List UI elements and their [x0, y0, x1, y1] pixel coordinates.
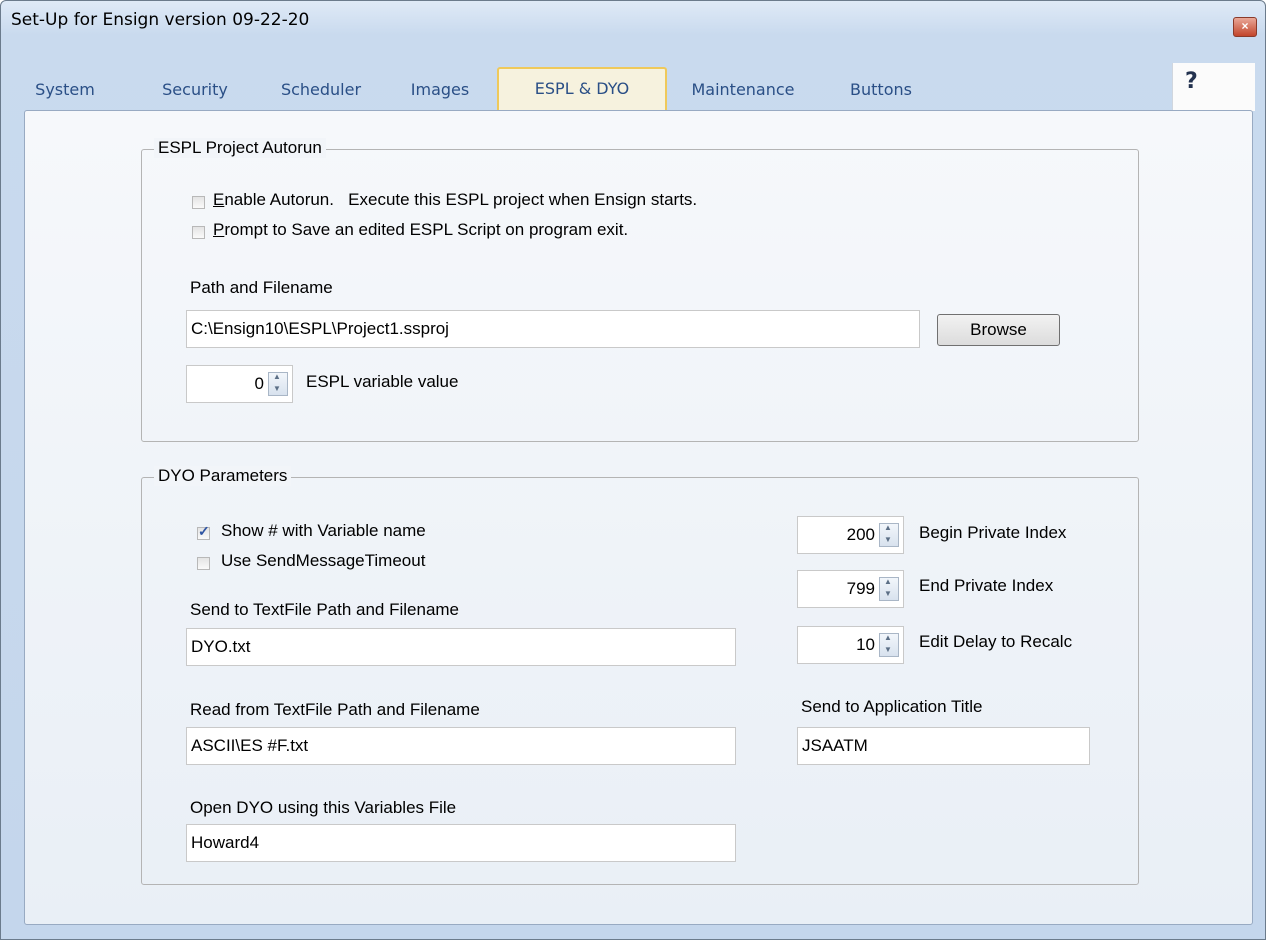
spin-arrows-icon[interactable] — [879, 523, 899, 547]
begin-private-value: 200 — [846, 525, 875, 544]
spin-arrows-icon[interactable] — [879, 577, 899, 601]
tab-espl-dyo[interactable]: ESPL & DYO — [497, 67, 667, 111]
read-textfile-input[interactable]: ASCII\ES #F.txt — [186, 727, 736, 765]
espl-path-input[interactable]: C:\Ensign10\ESPL\Project1.ssproj — [186, 310, 920, 348]
show-number-label[interactable]: Show # with Variable name — [221, 521, 426, 541]
enable-autorun-label[interactable]: Enable Autorun. Execute this ESPL projec… — [213, 190, 697, 210]
use-sendmessage-checkbox[interactable] — [197, 557, 210, 570]
open-dyo-label: Open DYO using this Variables File — [190, 798, 457, 817]
tab-maintenance[interactable]: Maintenance — [673, 71, 813, 111]
title-bar[interactable]: Set-Up for Ensign version 09-22-20 × — [1, 1, 1265, 41]
tab-images[interactable]: Images — [393, 71, 487, 111]
begin-private-stepper[interactable]: 200 — [797, 516, 904, 554]
open-dyo-input[interactable]: Howard4 — [186, 824, 736, 862]
tab-scheduler[interactable]: Scheduler — [261, 71, 381, 111]
edit-delay-stepper[interactable]: 10 — [797, 626, 904, 664]
enable-autorun-checkbox[interactable] — [192, 196, 205, 209]
app-title-label: Send to Application Title — [801, 697, 983, 716]
espl-variable-stepper[interactable]: 0 — [186, 365, 293, 403]
dyo-parameters-legend: DYO Parameters — [154, 466, 292, 486]
espl-variable-value: 0 — [254, 374, 264, 393]
prompt-save-label[interactable]: Prompt to Save an edited ESPL Script on … — [213, 220, 628, 240]
read-textfile-label: Read from TextFile Path and Filename — [190, 700, 480, 719]
tab-security[interactable]: Security — [145, 71, 245, 111]
begin-private-label: Begin Private Index — [919, 523, 1067, 542]
prompt-save-checkbox[interactable] — [192, 226, 205, 239]
window-title: Set-Up for Ensign version 09-22-20 — [11, 10, 310, 30]
edit-delay-label: Edit Delay to Recalc — [919, 632, 1073, 651]
enable-autorun-text: nable Autorun. Execute this ESPL project… — [224, 190, 698, 209]
close-button[interactable]: × — [1233, 17, 1257, 37]
app-title-input[interactable]: JSAATM — [797, 727, 1090, 765]
enable-autorun-accesskey: E — [213, 190, 225, 209]
dyo-parameters-group: DYO Parameters Show # with Variable name… — [141, 466, 1139, 885]
tab-strip: System Security Scheduler Images ESPL & … — [9, 63, 1255, 111]
use-sendmessage-label[interactable]: Use SendMessageTimeout — [221, 551, 425, 571]
prompt-save-text: rompt to Save an edited ESPL Script on p… — [224, 220, 629, 239]
path-filename-label: Path and Filename — [190, 278, 333, 297]
spin-arrows-icon[interactable] — [879, 633, 899, 657]
tab-system[interactable]: System — [9, 71, 121, 111]
edit-delay-value: 10 — [856, 635, 875, 654]
send-textfile-input[interactable]: DYO.txt — [186, 628, 736, 666]
espl-autorun-legend: ESPL Project Autorun — [154, 138, 326, 158]
espl-variable-label: ESPL variable value — [306, 372, 459, 391]
show-number-checkbox[interactable] — [197, 523, 210, 540]
prompt-save-accesskey: P — [213, 220, 225, 239]
help-icon: ? — [1185, 69, 1198, 94]
tab-buttons[interactable]: Buttons — [831, 71, 931, 111]
browse-button[interactable]: Browse — [937, 314, 1060, 346]
send-textfile-label: Send to TextFile Path and Filename — [190, 600, 460, 619]
tab-panel-espl-dyo: ESPL Project Autorun Enable Autorun. Exe… — [24, 110, 1253, 925]
spin-arrows-icon[interactable] — [268, 372, 288, 396]
setup-window: Set-Up for Ensign version 09-22-20 × Sys… — [0, 0, 1266, 940]
end-private-value: 799 — [846, 579, 875, 598]
end-private-label: End Private Index — [919, 576, 1054, 595]
espl-autorun-group: ESPL Project Autorun Enable Autorun. Exe… — [141, 138, 1139, 442]
help-button[interactable]: ? — [1172, 63, 1255, 111]
end-private-stepper[interactable]: 799 — [797, 570, 904, 608]
